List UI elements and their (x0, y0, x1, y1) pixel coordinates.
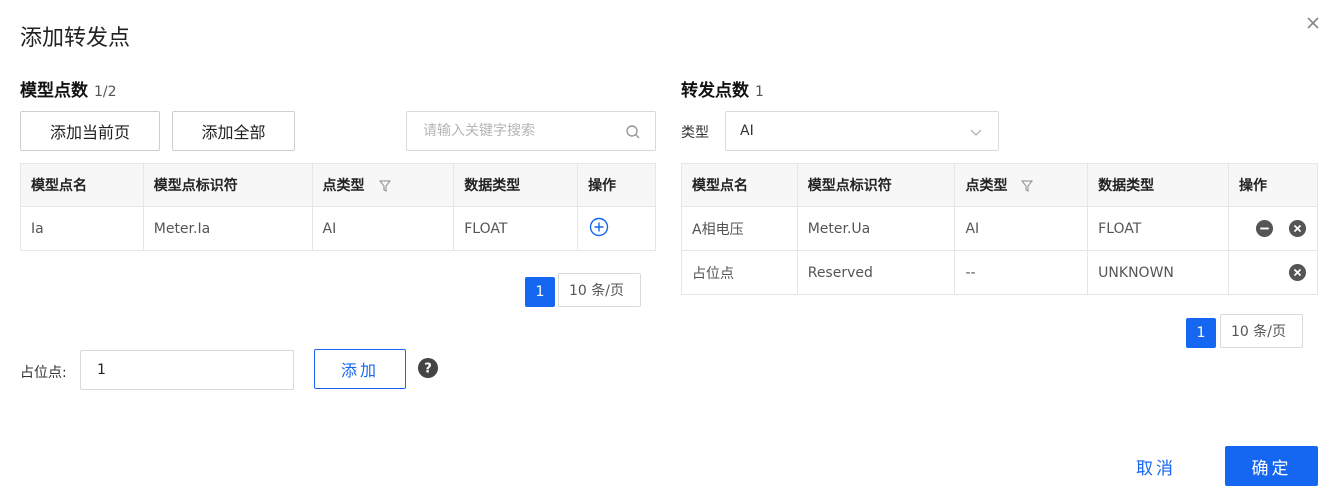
row-actions (1239, 219, 1307, 238)
cell-point-type: AI (954, 206, 1089, 251)
filter-icon[interactable] (1021, 180, 1034, 192)
cell-identifier: Meter.Ia (142, 206, 313, 251)
type-select[interactable]: AI (725, 111, 999, 151)
column-header-point-type: 点类型 (954, 163, 1089, 207)
cell-name: 占位点 (681, 250, 798, 295)
cell-name: Ia (20, 206, 144, 251)
column-header-identifier: 模型点标识符 (796, 163, 956, 207)
model-points-table: 模型点名 模型点标识符 点类型 数据类型 操作 Ia Meter.Ia AI F… (20, 163, 656, 251)
column-header-data-type: 数据类型 (1087, 163, 1230, 207)
table-header-row: 模型点名 模型点标识符 点类型 数据类型 操作 (681, 163, 1318, 207)
cell-data-type: FLOAT (453, 206, 579, 251)
column-header-point-type-label: 点类型 (322, 178, 365, 194)
pagination-page-1[interactable]: 1 (525, 277, 555, 307)
forward-points-title-text: 转发点数 (681, 81, 749, 101)
placeholder-point-input[interactable] (80, 350, 294, 390)
add-placeholder-button[interactable]: 添加 (314, 349, 406, 389)
cell-operation (577, 206, 656, 251)
cell-operation (1228, 250, 1318, 295)
placeholder-point-label: 占位点: (20, 365, 67, 381)
svg-text:?: ? (424, 362, 432, 377)
add-circle-icon[interactable] (589, 217, 609, 237)
forward-points-table: 模型点名 模型点标识符 点类型 数据类型 操作 A相电压 Meter.Ua AI… (681, 163, 1318, 295)
cell-point-type: -- (954, 250, 1089, 295)
table-row: A相电压 Meter.Ua AI FLOAT (681, 206, 1318, 251)
search-input[interactable] (423, 112, 623, 150)
chevron-down-icon (970, 129, 982, 136)
help-icon[interactable]: ? (418, 358, 438, 378)
column-header-data-type: 数据类型 (453, 163, 579, 207)
search-icon[interactable] (625, 124, 641, 140)
filter-icon[interactable] (378, 180, 391, 192)
cell-data-type: FLOAT (1087, 206, 1230, 251)
add-current-page-button[interactable]: 添加当前页 (20, 111, 160, 151)
add-all-button[interactable]: 添加全部 (172, 111, 295, 151)
column-header-point-type: 点类型 (311, 163, 455, 207)
cell-operation (1228, 206, 1318, 251)
table-row: Ia Meter.Ia AI FLOAT (20, 206, 656, 251)
cancel-button[interactable]: 取消 (1120, 446, 1192, 486)
table-header-row: 模型点名 模型点标识符 点类型 数据类型 操作 (20, 163, 656, 207)
cell-data-type: UNKNOWN (1087, 250, 1230, 295)
page-size-select[interactable]: 10 条/页 (558, 273, 641, 307)
close-icon[interactable] (1304, 14, 1322, 32)
type-label: 类型 (681, 125, 709, 141)
forward-points-title: 转发点数 1 (681, 76, 764, 101)
column-header-operation: 操作 (577, 163, 656, 207)
column-header-operation: 操作 (1228, 163, 1318, 207)
pagination-page-1[interactable]: 1 (1186, 318, 1216, 348)
model-points-count: 1/2 (94, 84, 117, 100)
column-header-identifier: 模型点标识符 (142, 163, 313, 207)
model-points-title-text: 模型点数 (20, 81, 88, 101)
search-box (406, 111, 656, 151)
column-header-point-type-label: 点类型 (965, 178, 1008, 194)
remove-circle-icon[interactable] (1288, 263, 1307, 282)
type-select-value: AI (740, 123, 754, 139)
cell-identifier: Meter.Ua (796, 206, 956, 251)
cell-identifier: Reserved (796, 250, 956, 295)
forward-points-count: 1 (755, 84, 764, 100)
dialog-title: 添加转发点 (20, 26, 131, 51)
page-size-select[interactable]: 10 条/页 (1220, 314, 1303, 348)
cell-name: A相电压 (681, 206, 798, 251)
minus-circle-icon[interactable] (1255, 219, 1274, 238)
confirm-button[interactable]: 确定 (1225, 446, 1318, 486)
table-row: 占位点 Reserved -- UNKNOWN (681, 250, 1318, 295)
column-header-name: 模型点名 (681, 163, 798, 207)
row-actions (1239, 263, 1307, 282)
model-points-title: 模型点数 1/2 (20, 76, 117, 101)
column-header-name: 模型点名 (20, 163, 144, 207)
cell-point-type: AI (311, 206, 455, 251)
remove-circle-icon[interactable] (1288, 219, 1307, 238)
